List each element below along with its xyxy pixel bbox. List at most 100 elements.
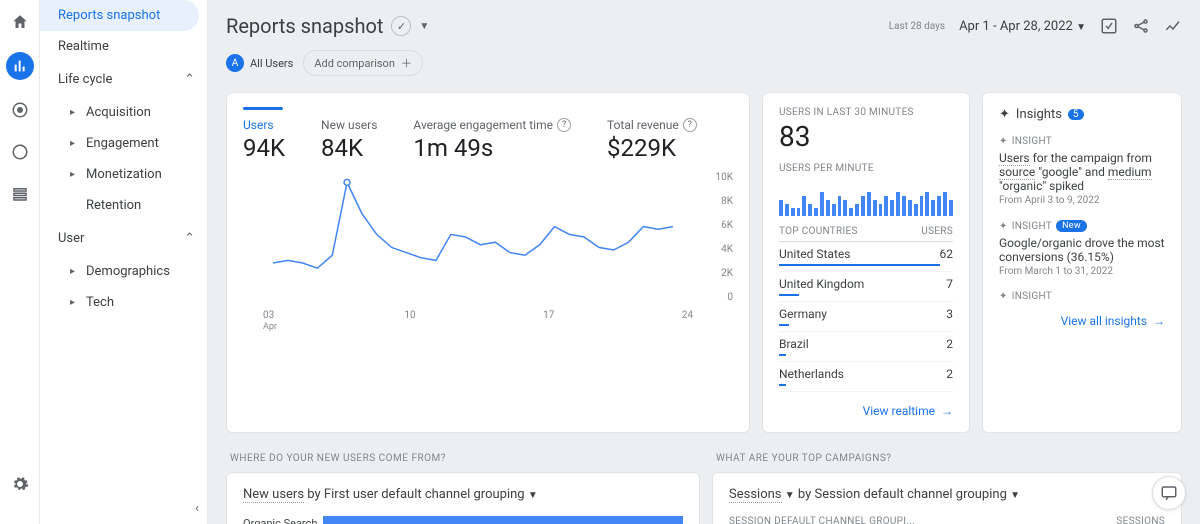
share-icon[interactable] bbox=[1132, 17, 1150, 35]
reports-icon[interactable] bbox=[6, 52, 34, 80]
y-tick: 4K bbox=[721, 244, 733, 255]
metric-average-engagement-time[interactable]: Average engagement time ?1m 49s bbox=[413, 107, 571, 162]
sparkle-icon: ✦ bbox=[999, 221, 1008, 232]
insight-item[interactable]: ✦INSIGHT bbox=[999, 291, 1165, 302]
sidebar-label: Engagement bbox=[86, 136, 159, 151]
metric-users[interactable]: Users94K bbox=[243, 107, 285, 162]
metric-selector[interactable]: New users by First user default channel … bbox=[243, 487, 683, 502]
realtime-user-count: 83 bbox=[779, 120, 953, 153]
explore-icon[interactable] bbox=[8, 98, 32, 122]
date-hint: Last 28 days bbox=[889, 21, 945, 32]
insights-count-badge: 5 bbox=[1068, 109, 1084, 120]
caret-right-icon: ▸ bbox=[70, 266, 80, 277]
page-title: Reports snapshot bbox=[226, 14, 383, 38]
sparkle-icon: ✦ bbox=[999, 291, 1008, 302]
x-tick: 03 bbox=[263, 310, 274, 321]
sidebar-item-reports-snapshot[interactable]: Reports snapshot bbox=[40, 0, 199, 31]
sidebar-item-monetization[interactable]: ▸ Monetization bbox=[70, 159, 207, 190]
chevron-up-icon: ⌃ bbox=[184, 72, 195, 87]
chevron-down-icon: ▼ bbox=[785, 490, 795, 501]
caret-right-icon: ▸ bbox=[70, 169, 80, 180]
sidebar-item-tech[interactable]: ▸Tech bbox=[70, 287, 207, 318]
sidebar-label: Retention bbox=[86, 198, 141, 213]
sidebar-label: Demographics bbox=[86, 264, 170, 279]
section-label: User bbox=[58, 231, 84, 246]
caret-right-icon: ▸ bbox=[70, 138, 80, 149]
icon-rail bbox=[0, 0, 40, 524]
y-tick: 2K bbox=[721, 268, 733, 279]
col-head: TOP COUNTRIES bbox=[779, 226, 858, 237]
y-tick: 8K bbox=[721, 196, 733, 207]
users-line-chart: 10K 8K 6K 4K 2K 0 03Apr 10 17 24 bbox=[243, 172, 733, 332]
realtime-card: USERS IN LAST 30 MINUTES 83 USERS PER MI… bbox=[762, 92, 970, 433]
sidebar-label: Reports snapshot bbox=[58, 8, 160, 23]
card-title: Insights bbox=[1016, 107, 1062, 122]
verified-icon[interactable]: ✓ bbox=[391, 16, 411, 36]
y-tick: 6K bbox=[721, 220, 733, 231]
sidebar-label: Tech bbox=[86, 295, 114, 310]
add-comparison-button[interactable]: Add comparison ＋ bbox=[303, 50, 423, 76]
view-all-insights-link[interactable]: View all insights→ bbox=[999, 314, 1165, 328]
sparkle-icon: ✦ bbox=[999, 136, 1008, 147]
reports-sidebar: Reports snapshot Realtime Life cycle ⌃ ▸ A… bbox=[40, 0, 208, 524]
insight-item[interactable]: ✦INSIGHT Users for the campaign from sou… bbox=[999, 136, 1165, 206]
sparkle-icon: ✦ bbox=[999, 107, 1010, 122]
metric-new-users[interactable]: New users84K bbox=[321, 107, 377, 162]
chevron-down-icon: ▼ bbox=[1076, 22, 1086, 33]
sidebar-collapse-button[interactable]: ‹ bbox=[195, 501, 199, 516]
channel-bar-row: Organic Search bbox=[243, 516, 683, 524]
chevron-down-icon[interactable]: ▼ bbox=[419, 21, 429, 32]
sidebar-section-user[interactable]: User ⌃ bbox=[40, 221, 207, 256]
sidebar-item-engagement[interactable]: ▸ Engagement bbox=[70, 128, 207, 159]
view-realtime-link[interactable]: View realtime→ bbox=[779, 404, 953, 418]
col-head: SESSIONS bbox=[1116, 516, 1165, 524]
sidebar-item-realtime[interactable]: Realtime bbox=[40, 31, 207, 62]
chevron-up-icon: ⌃ bbox=[184, 231, 195, 246]
y-tick: 10K bbox=[715, 172, 733, 183]
country-row: Netherlands2 bbox=[779, 362, 953, 392]
sidebar-section-lifecycle[interactable]: Life cycle ⌃ bbox=[40, 62, 207, 97]
line-chart-svg bbox=[243, 172, 703, 302]
x-tick: 24 bbox=[682, 310, 693, 332]
country-row: United Kingdom7 bbox=[779, 272, 953, 302]
sidebar-item-demographics[interactable]: ▸ Demographics bbox=[70, 256, 207, 287]
configure-icon[interactable] bbox=[8, 182, 32, 206]
new-badge: New bbox=[1056, 220, 1087, 232]
feedback-button[interactable] bbox=[1152, 476, 1186, 510]
insight-date: From April 3 to 9, 2022 bbox=[999, 195, 1165, 206]
section-title: WHAT ARE YOUR TOP CAMPAIGNS? bbox=[716, 453, 1182, 464]
metric-selector[interactable]: Sessions ▼ by Session default channel gr… bbox=[729, 487, 1165, 502]
card-subtitle: USERS IN LAST 30 MINUTES bbox=[779, 107, 953, 118]
help-icon[interactable]: ? bbox=[557, 118, 571, 132]
sidebar-item-retention[interactable]: Retention bbox=[70, 190, 207, 221]
overview-card: Users94K New users84K Average engagement t… bbox=[226, 92, 750, 433]
admin-gear-icon[interactable] bbox=[8, 472, 32, 496]
plus-icon: ＋ bbox=[401, 55, 412, 71]
metric-total-revenue[interactable]: Total revenue ?$229K bbox=[607, 107, 697, 162]
sidebar-label: Realtime bbox=[58, 39, 109, 54]
insights-card: ✦ Insights 5 ✦INSIGHT Users for the camp… bbox=[982, 92, 1182, 433]
col-head: USERS bbox=[921, 226, 953, 237]
insight-date: From March 1 to 31, 2022 bbox=[999, 266, 1165, 277]
insight-item[interactable]: ✦INSIGHTNew Google/organic drove the mos… bbox=[999, 220, 1165, 277]
y-tick: 0 bbox=[727, 292, 733, 303]
chip-label: Add comparison bbox=[314, 57, 395, 70]
section-label: Life cycle bbox=[58, 72, 112, 87]
sidebar-label: Monetization bbox=[86, 167, 162, 182]
segment-all-users[interactable]: A All Users bbox=[226, 54, 293, 72]
insights-icon[interactable] bbox=[1164, 17, 1182, 35]
sidebar-item-acquisition[interactable]: ▸ Acquisition bbox=[70, 97, 207, 128]
x-tick: 10 bbox=[404, 310, 415, 332]
arrow-right-icon: → bbox=[941, 404, 953, 418]
customize-icon[interactable] bbox=[1100, 17, 1118, 35]
realtime-sparkline bbox=[779, 184, 953, 216]
help-icon[interactable]: ? bbox=[683, 118, 697, 132]
sidebar-label: Acquisition bbox=[86, 105, 151, 120]
insight-title: Users for the campaign from source "goog… bbox=[999, 151, 1165, 193]
caret-right-icon: ▸ bbox=[70, 107, 80, 118]
segment-label: All Users bbox=[250, 57, 293, 70]
country-row: Brazil2 bbox=[779, 332, 953, 362]
advertising-icon[interactable] bbox=[8, 140, 32, 164]
home-icon[interactable] bbox=[8, 10, 32, 34]
date-range-picker[interactable]: Apr 1 - Apr 28, 2022 ▼ bbox=[959, 19, 1086, 34]
